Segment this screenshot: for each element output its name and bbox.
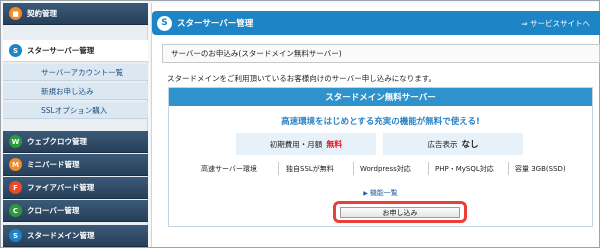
fee-cell: 初期費用・月額 無料 — [236, 133, 376, 155]
feature-divider — [508, 162, 509, 175]
clover-icon: C — [9, 204, 22, 217]
page-title: スターサーバー管理 — [177, 19, 254, 29]
feature-list-label: 機能一覧 — [369, 189, 398, 197]
apply-highlight: お申し込み — [333, 201, 467, 223]
sidebar-item-clover[interactable]: C クローバー管理 — [3, 200, 148, 222]
sidebar-subitem-label: SSLオプション購入 — [41, 105, 108, 115]
firebird-icon: F — [9, 181, 22, 194]
main-panel: S スターサーバー管理 ⇒ サービスサイトへ サーバーのお申込み(スタードメイン… — [151, 3, 600, 247]
sidebar-item-star-domain[interactable]: S スタードメイン管理 — [3, 225, 148, 247]
sidebar-subitem-label: 新規お申し込み — [41, 86, 94, 96]
feature-item: Wordpress対応 — [360, 165, 411, 173]
sidebar-item-label: スタードメイン管理 — [27, 231, 95, 240]
feature-item: 容量 3GB(SSD) — [515, 165, 566, 173]
sidebar-item-label: ミニバード管理 — [27, 160, 80, 169]
sidebar-item-star-server[interactable]: S スターサーバー管理 — [3, 40, 148, 62]
plan-title: スタードメイン無料サーバー — [169, 88, 592, 106]
sidebar-subitem-label: サーバーアカウント一覧 — [41, 67, 124, 77]
sidebar-subitem-ssl-option[interactable]: SSLオプション購入 — [3, 102, 148, 119]
feature-item: 高速サーバー環境 — [201, 165, 257, 173]
breadcrumb: サーバーのお申込み(スタードメイン無料サーバー) — [162, 44, 600, 63]
sidebar-subitem-new-application[interactable]: 新規お申し込み — [3, 83, 148, 100]
star-domain-icon: S — [9, 229, 22, 242]
feature-divider — [278, 162, 279, 175]
webcrow-icon: W — [9, 135, 22, 148]
page-header: S スターサーバー管理 ⇒ サービスサイトへ — [152, 11, 600, 35]
feature-list-link[interactable]: ▶ 機能一覧 — [169, 188, 592, 198]
triangle-right-icon: ▶ — [363, 190, 368, 197]
sidebar-item-minibird[interactable]: M ミニバード管理 — [3, 154, 148, 176]
document-icon: ■ — [9, 7, 22, 20]
star-server-icon: S — [9, 44, 22, 57]
sidebar-item-label: 契約管理 — [27, 9, 57, 18]
service-site-link[interactable]: ⇒ サービスサイトへ — [521, 18, 590, 29]
feature-item: PHP・MySQL対応 — [435, 165, 494, 173]
sidebar-item-label: ファイアバード管理 — [27, 183, 95, 192]
fee-label: 初期費用・月額 — [269, 139, 323, 149]
window-frame: ■ 契約管理 S スターサーバー管理 サーバーアカウント一覧 新規お申し込み S… — [0, 0, 600, 248]
ad-cell: 広告表示 なし — [383, 133, 523, 155]
sidebar-item-label: スターサーバー管理 — [27, 46, 95, 55]
sidebar-item-webcrow[interactable]: W ウェブクロウ管理 — [3, 131, 148, 153]
apply-button[interactable]: お申し込み — [340, 207, 460, 218]
sidebar-item-contract[interactable]: ■ 契約管理 — [3, 3, 148, 25]
ad-value: なし — [461, 140, 479, 150]
minibird-icon: M — [9, 158, 22, 171]
sidebar-item-label: ウェブクロウ管理 — [27, 137, 87, 146]
ad-label: 広告表示 — [427, 139, 458, 149]
sidebar-subitem-account-list[interactable]: サーバーアカウント一覧 — [3, 64, 148, 81]
fee-value: 無料 — [326, 139, 343, 149]
plan-tagline: 高速環境をはじめとする充実の機能が無料で使える! — [281, 117, 480, 127]
plan-card: スタードメイン無料サーバー 高速環境をはじめとする充実の機能が無料で使える! 初… — [168, 87, 593, 227]
sidebar: ■ 契約管理 S スターサーバー管理 サーバーアカウント一覧 新規お申し込み S… — [3, 3, 148, 247]
star-server-logo-icon: S — [157, 15, 172, 31]
intro-text: スタードメインをご利用頂いているお客様向けのサーバー申し込みになります。 — [167, 74, 436, 83]
feature-divider — [428, 162, 429, 175]
sidebar-item-firebird[interactable]: F ファイアバード管理 — [3, 177, 148, 199]
feature-item: 独自SSLが無料 — [286, 165, 334, 173]
sidebar-item-label: クローバー管理 — [27, 206, 80, 215]
feature-divider — [353, 162, 354, 175]
